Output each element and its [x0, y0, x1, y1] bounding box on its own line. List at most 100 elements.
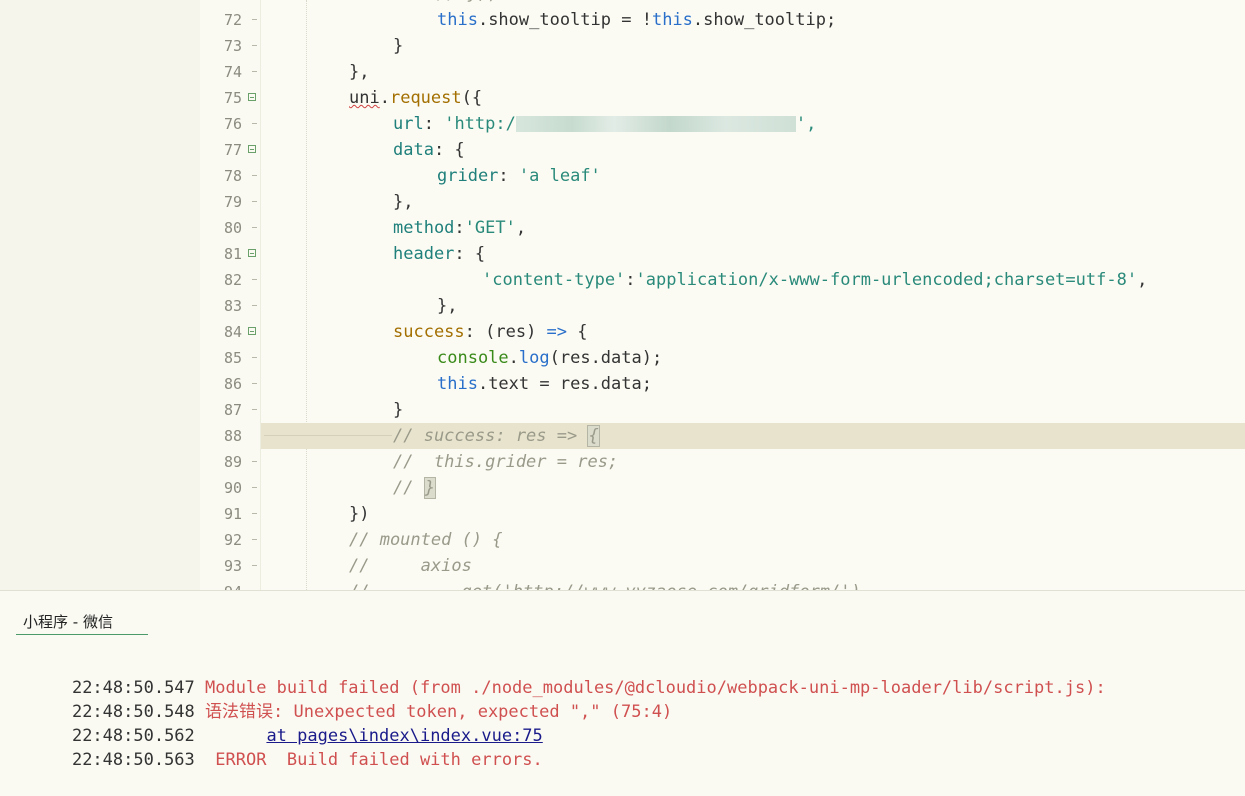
code-line: 90 // } — [0, 475, 1245, 501]
line-number: 72 — [223, 11, 242, 29]
code-line: 93 // axios — [0, 553, 1245, 579]
log-line: 22:48:50.563 ERROR Build failed with err… — [31, 724, 543, 796]
log-message: ERROR Build failed with errors. — [194, 750, 543, 770]
fold-marker — [252, 565, 257, 566]
code-line: 72 this.show_tooltip = !this.show_toolti… — [0, 7, 1245, 33]
line-number: 82 — [223, 271, 242, 289]
code-token: { — [567, 322, 588, 342]
line-number: 86 — [223, 375, 242, 393]
code-token: log — [518, 348, 550, 368]
code-line: 87 } — [0, 397, 1245, 423]
fold-marker — [252, 19, 257, 20]
code-token: uni — [349, 88, 380, 108]
line-number: 89 — [223, 453, 242, 471]
bracket-match: } — [423, 477, 436, 499]
code-token: } — [393, 400, 404, 420]
code-line: 73 } — [0, 33, 1245, 59]
code-token: console — [437, 348, 509, 368]
code-token: data — [393, 140, 434, 160]
console-tab[interactable]: 小程序 - 微信 — [16, 609, 148, 635]
code-token: }, — [393, 192, 414, 212]
code-token: .show_tooltip; — [692, 10, 837, 30]
line-number: 91 — [223, 505, 242, 523]
line-number: 87 — [223, 401, 242, 419]
fold-toggle-icon[interactable] — [248, 327, 256, 335]
fold-marker — [252, 201, 257, 202]
code-token: (res.data); — [549, 348, 663, 368]
line-number: 92 — [223, 531, 242, 549]
fold-toggle-icon[interactable] — [248, 93, 256, 101]
fold-marker — [252, 461, 257, 462]
line-number: 78 — [223, 167, 242, 185]
code-token: }) — [349, 504, 370, 524]
code-token: : — [625, 270, 636, 290]
code-token: : { — [433, 140, 465, 160]
code-token: } — [393, 36, 404, 56]
code-token: . — [379, 88, 390, 108]
code-token: 'http:/ — [444, 114, 516, 134]
line-number: 94 — [200, 579, 242, 590]
code-token: .show_tooltip = ! — [477, 10, 652, 30]
fold-marker — [252, 123, 257, 124]
fold-toggle-icon[interactable] — [248, 249, 256, 257]
line-number: 77 — [223, 141, 242, 159]
line-number: 93 — [223, 557, 242, 575]
code-comment: // mounted () { — [349, 530, 503, 550]
code-token: : (res) — [464, 322, 547, 342]
code-token: ', — [795, 114, 817, 134]
code-token: : — [423, 114, 445, 134]
code-line: 79 }, — [0, 189, 1245, 215]
code-line: 83 }, — [0, 293, 1245, 319]
code-comment: // this.grider = res; — [393, 452, 619, 472]
log-timestamp: 22:48:50.563 — [71, 750, 195, 770]
code-token: : { — [454, 244, 486, 264]
line-number: 80 — [223, 219, 242, 237]
code-token: : — [454, 218, 465, 238]
code-token: => — [546, 322, 568, 342]
code-token: request — [389, 88, 462, 108]
code-line: 86 this.text = res.data; — [0, 371, 1245, 397]
code-line: 92 // mounted () { — [0, 527, 1245, 553]
fold-marker — [252, 539, 257, 540]
code-line: 89 // this.grider = res; — [0, 449, 1245, 475]
code-token: ({ — [461, 88, 483, 108]
line-number: 73 — [223, 37, 242, 55]
line-number: 76 — [223, 115, 242, 133]
code-line: 94 // .get('http://www.yyzaose.com/gridf… — [0, 579, 1245, 590]
code-token: this — [651, 10, 693, 30]
code-line: 76 url: 'http:/ ', — [0, 111, 1245, 137]
line-number: 81 — [223, 245, 242, 263]
redacted-url — [515, 116, 796, 132]
current-line: 88 // success: res => { — [0, 423, 1245, 449]
code-line: 84 success: (res) => { — [0, 319, 1245, 345]
code-editor[interactable]: // }); 72 this.show_tooltip = !this.show… — [0, 0, 1245, 590]
code-token: }, — [349, 62, 370, 82]
fold-marker — [252, 45, 257, 46]
code-line: 91 }) — [0, 501, 1245, 527]
code-line: 78 grider: 'a leaf' — [0, 163, 1245, 189]
code-line: 82 'content-type':'application/x-www-for… — [0, 267, 1245, 293]
line-number: 74 — [223, 63, 242, 81]
code-line: 80 method:'GET', — [0, 215, 1245, 241]
fold-marker — [252, 279, 257, 280]
fold-toggle-icon[interactable] — [248, 145, 256, 153]
console-panel: 小程序 - 微信 22:48:50.547 Module build faile… — [0, 590, 1245, 771]
code-token: 'GET' — [464, 218, 516, 238]
code-line: 75 uni.request({ — [0, 85, 1245, 111]
fold-marker — [252, 513, 257, 514]
code-comment: // success: res => — [393, 426, 588, 446]
code-comment: // — [393, 478, 424, 498]
code-token: , — [515, 218, 527, 238]
code-token: }, — [437, 296, 458, 316]
code-token: method — [393, 218, 455, 238]
fold-marker — [252, 487, 257, 488]
code-token: header — [393, 244, 455, 264]
code-token: url — [393, 114, 424, 134]
line-number: 75 — [223, 89, 242, 107]
line-number: 84 — [223, 323, 242, 341]
code-token: : — [498, 166, 519, 186]
code-token: 'application/x-www-form-urlencoded;chars… — [635, 270, 1138, 290]
code-line: 77 data: { — [0, 137, 1245, 163]
bracket-match: { — [587, 425, 600, 447]
line-number: 90 — [223, 479, 242, 497]
